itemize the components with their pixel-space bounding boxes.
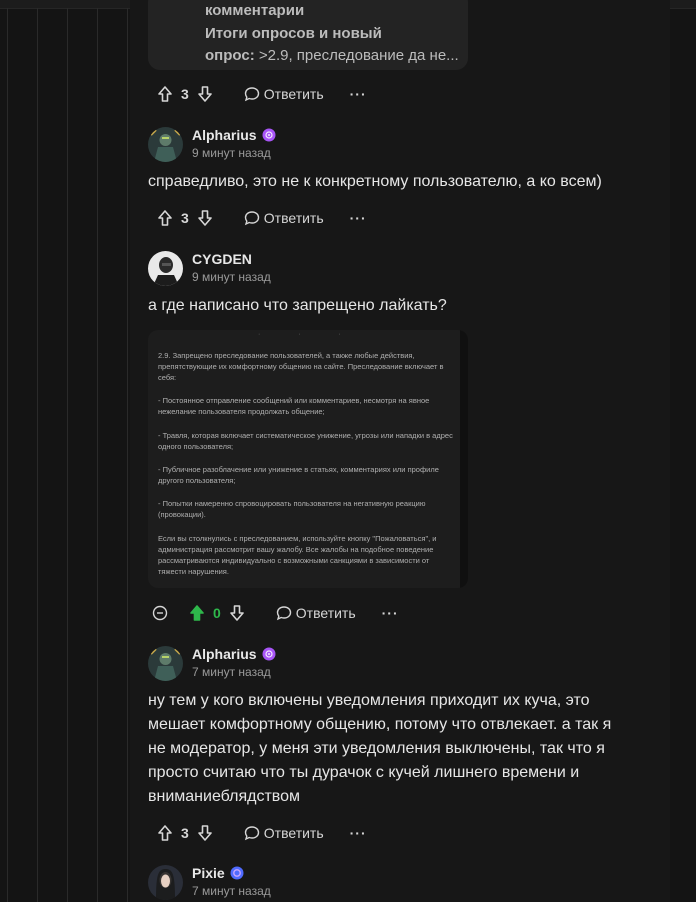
thread-line: [97, 8, 98, 902]
rule-paragraph: - Постоянное отправление сообщений или к…: [158, 396, 430, 416]
comment-author: CYGDEN 9 минут назад: [148, 251, 271, 286]
speech-bubble-icon: [244, 826, 259, 841]
comment-author: Pixie 7 минут назад: [148, 865, 271, 900]
reply-button[interactable]: Ответить: [244, 86, 324, 102]
image-edge: [460, 330, 468, 588]
upvote-arrow-icon[interactable]: [154, 209, 176, 227]
comment-text: ну тем у кого включены уведомления прихо…: [148, 689, 611, 809]
author-name-row: Pixie: [192, 865, 271, 881]
comment-time: 7 минут назад: [192, 884, 271, 898]
comment-text-line: ну тем у кого включены уведомления прихо…: [148, 692, 590, 709]
vote-group: 3: [154, 824, 216, 842]
avatar[interactable]: [148, 865, 183, 900]
author-name-row: Alpharius: [192, 127, 276, 143]
comment-text-line: просто считаю что ты дурачок с кучей лиш…: [148, 764, 580, 781]
rule-paragraph: Если вы столкнулись с преследованием, ис…: [158, 534, 437, 576]
author-name[interactable]: CYGDEN: [192, 251, 252, 267]
rule-paragraph: - Травля, которая включает систематическ…: [158, 431, 453, 451]
comment-actions: 3 Ответить ···: [154, 209, 367, 227]
comment-text: а где написано что запрещено лайкать?: [148, 297, 447, 314]
reply-label: Ответить: [295, 605, 356, 621]
comment-actions: 3 Ответить ···: [154, 85, 367, 103]
vote-count: 3: [181, 825, 189, 841]
comment-time: 7 минут назад: [192, 665, 271, 679]
more-options-button[interactable]: ···: [350, 825, 367, 841]
speech-bubble-icon: [244, 211, 259, 226]
downvote-arrow-icon[interactable]: [194, 824, 216, 842]
downvote-arrow-icon[interactable]: [226, 604, 248, 622]
comment-text-line: мешает комфортному общению, потому что о…: [148, 716, 612, 733]
vote-count: 3: [181, 86, 189, 102]
reply-button[interactable]: Ответить: [244, 825, 324, 841]
vote-count: 3: [181, 210, 189, 226]
upvote-arrow-icon[interactable]: [186, 604, 208, 622]
quoted-post-card[interactable]: комментарии Итоги опросов и новый опрос:…: [148, 0, 468, 70]
quote-line: Итоги опросов и новый: [205, 25, 382, 42]
author-name[interactable]: Alpharius: [192, 646, 257, 662]
speech-bubble-icon: [244, 87, 259, 102]
author-name-row: Alpharius: [192, 646, 276, 662]
thread-line: [127, 8, 128, 902]
avatar[interactable]: [148, 127, 183, 162]
avatar[interactable]: [148, 251, 183, 286]
reply-label: Ответить: [263, 86, 324, 102]
badge-icon: [230, 866, 244, 880]
comment-time: 9 минут назад: [192, 270, 271, 284]
reply-label: Ответить: [263, 825, 324, 841]
comment-text-line: не модератор, у меня эти уведомления вык…: [148, 740, 605, 757]
attached-rules-image[interactable]: · · · 2.9. Запрещено преследование польз…: [148, 330, 468, 588]
quote-line: опрос: >2.9, преследование да не...: [205, 47, 459, 64]
comment-author: Alpharius 7 минут назад: [148, 646, 276, 681]
badge-icon: [262, 128, 276, 142]
comment-text-line: вниманиеблядством: [148, 788, 300, 805]
thread-line: [67, 8, 68, 902]
quote-line: комментарии: [205, 2, 305, 19]
author-name-row: CYGDEN: [192, 251, 271, 267]
rule-paragraph: 2.9. Запрещено преследование пользовател…: [158, 351, 444, 382]
comment-text: справедливо, это не к конкретному пользо…: [148, 173, 602, 190]
author-name[interactable]: Pixie: [192, 865, 225, 881]
downvote-arrow-icon[interactable]: [194, 209, 216, 227]
speech-bubble-icon: [276, 606, 291, 621]
badge-icon: [262, 647, 276, 661]
upvote-arrow-icon[interactable]: [154, 824, 176, 842]
comment-time: 9 минут назад: [192, 146, 271, 160]
downvote-arrow-icon[interactable]: [194, 85, 216, 103]
vote-group: 3: [154, 85, 216, 103]
more-options-button[interactable]: ···: [382, 605, 399, 621]
collapse-thread-icon[interactable]: [152, 605, 168, 621]
reply-button[interactable]: Ответить: [244, 210, 324, 226]
comment-actions: 3 Ответить ···: [154, 824, 367, 842]
author-name[interactable]: Alpharius: [192, 127, 257, 143]
comment-author: Alpharius 9 минут назад: [148, 127, 276, 162]
avatar[interactable]: [148, 646, 183, 681]
vote-group: 0: [186, 604, 248, 622]
rule-paragraph: - Публичное разоблачение или унижение в …: [158, 465, 439, 485]
upvote-arrow-icon[interactable]: [154, 85, 176, 103]
reply-button[interactable]: Ответить: [276, 605, 356, 621]
vote-count: 0: [213, 605, 221, 621]
vote-group: 3: [154, 209, 216, 227]
rule-paragraph: - Попытки намеренно спровоцировать польз…: [158, 499, 426, 519]
thread-line: [37, 8, 38, 902]
thread-line: [7, 8, 8, 902]
reply-label: Ответить: [263, 210, 324, 226]
image-top-fragment: · · ·: [258, 331, 359, 338]
more-options-button[interactable]: ···: [350, 210, 367, 226]
more-options-button[interactable]: ···: [350, 86, 367, 102]
comment-actions: 0 Ответить ···: [152, 604, 399, 622]
